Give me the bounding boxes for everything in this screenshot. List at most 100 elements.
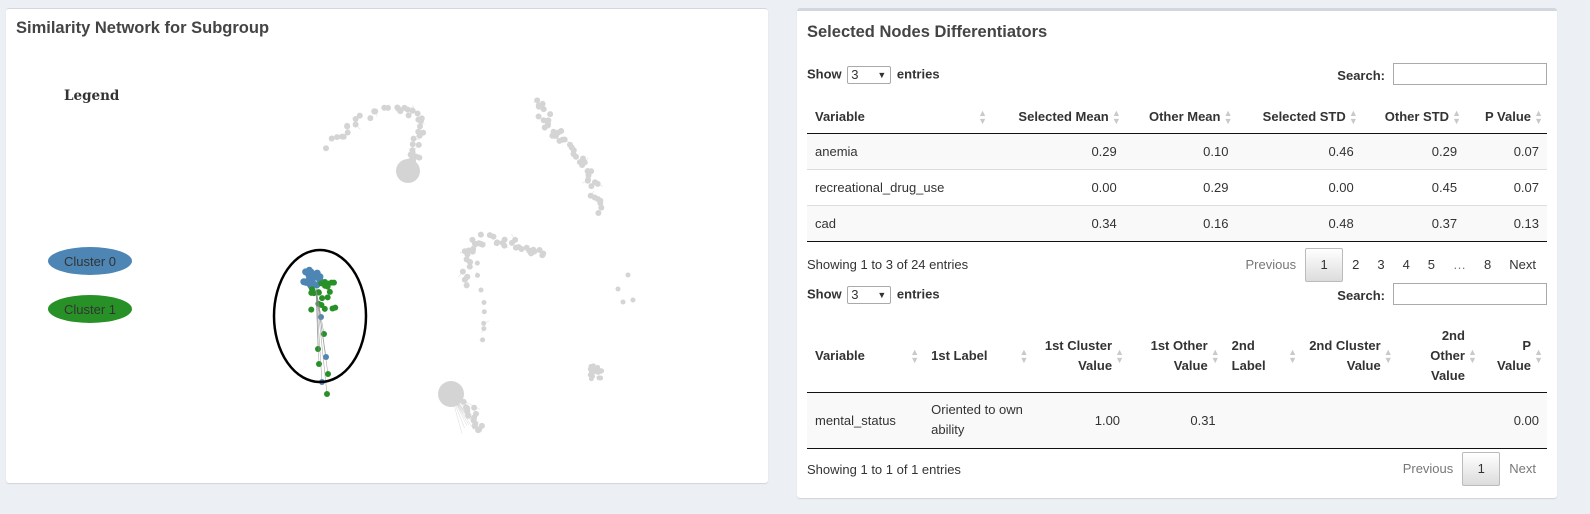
network-node (405, 112, 412, 119)
table2-previous-button[interactable]: Previous (1394, 452, 1463, 486)
network-node (540, 117, 547, 124)
table2-header-1st-label[interactable]: 1st Label ▲ ▼ (923, 320, 1033, 393)
table2-header-2nd-label[interactable]: 2nd Label ▲ ▼ (1223, 320, 1302, 393)
network-node (475, 240, 482, 247)
network-node (367, 115, 374, 122)
table1-header-selected-mean[interactable]: Selected Mean ▲ ▼ (991, 101, 1125, 134)
table1-header-variable[interactable]: Variable ▲ ▼ (807, 101, 991, 134)
network-node (328, 135, 335, 142)
network-node (464, 273, 471, 280)
table-cell: recreational_drug_use (807, 168, 991, 205)
table-row[interactable]: recreational_drug_use 0.00 0.29 0.00 0.4… (807, 168, 1547, 205)
table2-page-length-select[interactable]: 3 ▼ (847, 286, 892, 304)
table1-header-other-mean[interactable]: Other Mean ▲ ▼ (1124, 101, 1237, 134)
table2-header-2nd-cluster-value[interactable]: 2nd Cluster Value ▲ ▼ (1301, 320, 1397, 393)
table2-header-1st-other-value[interactable]: 1st Other Value ▲ ▼ (1128, 320, 1224, 393)
network-node (561, 136, 568, 143)
network-node (307, 275, 315, 283)
table2-controls: Show 3 ▼ entries Search: (807, 283, 1547, 307)
table2-header-1st-cluster-value[interactable]: 1st Cluster Value ▲ ▼ (1032, 320, 1129, 393)
table-cell: anemia (807, 132, 991, 169)
network-node (418, 115, 425, 122)
network-node (620, 299, 626, 305)
table1-show-label: Show (807, 66, 842, 82)
table-cell: 0.29 (1124, 168, 1237, 205)
table1-header-other-std[interactable]: Other STD ▲ ▼ (1361, 101, 1466, 134)
table1-page-length-select[interactable]: 3 ▼ (847, 66, 892, 84)
network-node (534, 97, 541, 104)
network-node (536, 246, 543, 253)
network-node (568, 144, 575, 151)
sort-icon: ▲ ▼ (1019, 346, 1029, 365)
table1-page-8[interactable]: 8 (1475, 248, 1500, 282)
table1-page-2[interactable]: 2 (1343, 248, 1368, 282)
table-cell: 0.45 (1361, 168, 1466, 205)
network-node (595, 210, 602, 217)
table-cell: 0.16 (1124, 204, 1237, 242)
network-node (457, 391, 464, 398)
network-node (590, 365, 596, 371)
table2-header-p-value[interactable]: P Value ▲ ▼ (1480, 320, 1547, 393)
network-node (463, 282, 470, 289)
network-node (480, 337, 486, 343)
table-row[interactable]: anemia 0.29 0.10 0.46 0.29 0.07 (807, 132, 1547, 169)
table-cell: mental_status (807, 391, 924, 449)
network-node (540, 106, 547, 113)
table2-pagination: Previous 1 Next (1394, 452, 1545, 486)
network-node (481, 320, 487, 326)
network-node (477, 231, 484, 238)
network-node (326, 288, 333, 295)
table2-page-1[interactable]: 1 (1462, 452, 1501, 486)
network-node (474, 260, 480, 266)
table1-length-control: Show 3 ▼ entries (807, 66, 940, 84)
table1-page-ellipsis: … (1453, 257, 1467, 272)
table2-show-label: Show (807, 286, 842, 302)
network-node (396, 159, 420, 183)
table-cell: 0.13 (1465, 204, 1547, 242)
table1-header-selected-std[interactable]: Selected STD ▲ ▼ (1236, 101, 1362, 134)
table2-header-variable[interactable]: Variable ▲ ▼ (807, 320, 924, 393)
table2-length-control: Show 3 ▼ entries (807, 286, 940, 304)
table1-page-length-value: 3 (851, 67, 859, 82)
table-row[interactable]: cad 0.34 0.16 0.48 0.37 0.13 (807, 204, 1547, 242)
chevron-down-icon: ▼ (877, 70, 887, 80)
network-node (300, 278, 308, 286)
sort-icon: ▲ ▼ (1210, 346, 1220, 365)
network-node (481, 309, 487, 315)
network-node (308, 306, 315, 313)
table1-page-5[interactable]: 5 (1419, 248, 1444, 282)
sort-icon: ▲ ▼ (1383, 346, 1393, 365)
network-node (539, 100, 546, 107)
table-row[interactable]: mental_status Oriented to own ability 1.… (807, 391, 1547, 449)
table1-page-3[interactable]: 3 (1368, 248, 1393, 282)
network-node (451, 386, 458, 393)
network-node (501, 236, 508, 243)
table1-header-p-value[interactable]: P Value ▲ ▼ (1465, 101, 1547, 134)
network-node (535, 113, 542, 120)
table1-entries-label: entries (896, 66, 940, 82)
network-node (344, 129, 351, 136)
table2-header-2nd-other-value[interactable]: 2nd Other Value ▲ ▼ (1396, 320, 1481, 393)
table1-page-4[interactable]: 4 (1394, 248, 1419, 282)
table1-previous-button[interactable]: Previous (1237, 248, 1306, 282)
table1-page-1[interactable]: 1 (1305, 248, 1344, 282)
table-cell: 0.29 (1361, 132, 1466, 169)
table-cell (1301, 391, 1397, 449)
sort-icon: ▲ ▼ (910, 346, 920, 365)
table-cell: 0.07 (1465, 132, 1547, 169)
network-node (309, 286, 316, 293)
table1-search-input[interactable] (1393, 63, 1547, 85)
table1-next-button[interactable]: Next (1500, 248, 1545, 282)
table2-search-input[interactable] (1393, 283, 1547, 305)
network-node (324, 294, 331, 301)
network-node (615, 286, 621, 292)
network-node (478, 422, 485, 429)
network-node (544, 122, 551, 129)
network-node (572, 153, 579, 160)
network-graph[interactable] (6, 49, 768, 479)
network-node (530, 246, 537, 253)
table-cell: cad (807, 204, 991, 242)
table2-page-length-value: 3 (851, 287, 859, 302)
network-canvas[interactable]: Legend Cluster 0 Cluster 1 (6, 49, 768, 479)
table2-next-button[interactable]: Next (1500, 452, 1545, 486)
